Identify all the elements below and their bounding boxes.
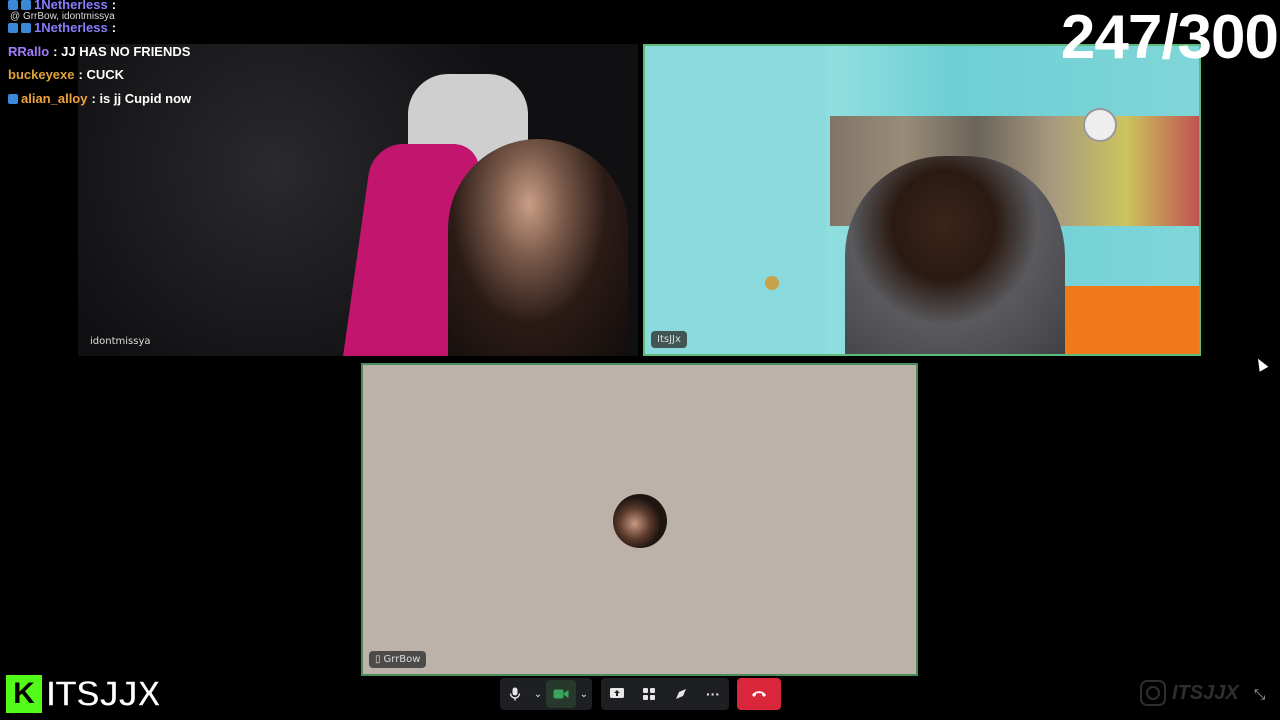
watermark: ITSJJX [1140,680,1239,706]
chat-text: JJ HAS NO FRIENDS [61,44,191,59]
chat-username: alian_alloy [21,91,88,106]
chat-username: buckeyexe [8,67,75,82]
mobile-icon: ▯ [375,654,381,665]
watermark-text: ITSJJX [1172,681,1239,704]
chevron-down-icon[interactable]: ⌄ [576,680,592,708]
more-icon[interactable]: ··· [697,680,729,708]
door [645,46,825,354]
chat-text: is jj Cupid now [99,91,192,106]
participant-name-badge: ▯ GrrBow [369,651,427,668]
video-tile-itsjjx[interactable]: ItsJJx [643,44,1201,356]
badge-icon [21,0,31,10]
participant-name: ItsJJx [651,331,687,348]
media-controls: ⌄ ⌄ [500,678,592,710]
badge-icon [8,94,18,104]
chat-message: RRallo: JJ HAS NO FRIENDS [8,44,190,59]
minimize-icon[interactable]: ⤡ [1254,686,1265,703]
chat-message: buckeyexe: CUCK [8,67,124,82]
chat-text: : [111,20,117,35]
chat-username: RRallo [8,44,50,59]
person-silhouette [448,139,628,356]
chat-username: 1Netherless [34,20,108,35]
call-actions: ··· [601,678,729,710]
goal-counter: 247/300 [1060,3,1279,72]
badge-icon [21,23,31,33]
wall-clock [1083,108,1117,142]
video-tile-grrbow[interactable]: ▯ GrrBow [361,363,918,676]
kick-logo-icon: K [4,673,44,715]
chat-colon: : [53,44,62,59]
activities-icon[interactable] [633,680,665,708]
chat-text: CUCK [86,67,125,82]
participant-name: idontmissya [90,336,151,347]
chat-message: alian_alloy: is jj Cupid now [8,91,191,106]
phone-hangup-icon [737,680,781,708]
badge-icon [8,23,18,33]
chat-message: 1Netherless: [8,20,116,35]
person-silhouette [845,156,1065,354]
hangup-button[interactable] [737,678,781,710]
microphone-icon[interactable] [500,680,530,708]
chevron-down-icon[interactable]: ⌄ [530,680,546,708]
screen-share-icon[interactable] [601,680,633,708]
instagram-icon [1140,680,1166,706]
door-knob [765,276,779,290]
soundboard-icon[interactable] [665,680,697,708]
badge-icon [8,0,18,10]
camera-icon[interactable] [546,680,576,708]
mouse-cursor-icon [1253,356,1269,372]
avatar [613,494,667,548]
logo-text: ITSJJX [45,672,162,715]
channel-logo: K ITSJJX [4,672,162,716]
